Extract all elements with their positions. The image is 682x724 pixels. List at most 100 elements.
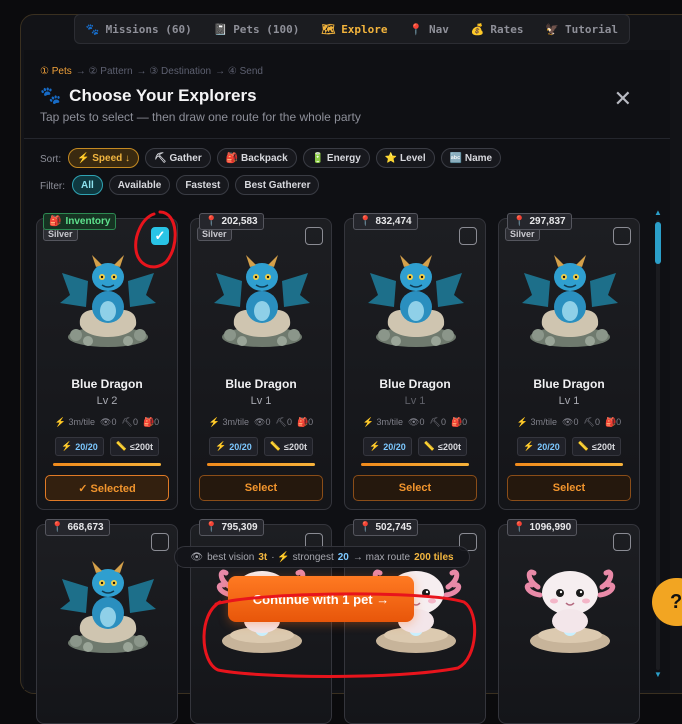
nav-icon: 🗺 <box>321 22 336 36</box>
pet-card[interactable]: Silver 🎒 Inventory ✓ Blue Dragon Lv 2 ⚡ 3m/ti… <box>36 213 178 510</box>
select-checkbox[interactable] <box>613 227 631 245</box>
pet-level: Lv 2 <box>96 395 118 407</box>
sort-chip[interactable]: 🔤 Name <box>440 148 502 168</box>
nav-item-pets[interactable]: 📓 Pets (100) <box>213 23 299 36</box>
gather-stat: ⛏0 <box>584 417 600 428</box>
nav-item-nav[interactable]: 📍 Nav <box>409 23 449 36</box>
page-title: 🐾 Choose Your Explorers <box>40 86 257 106</box>
location-badge: 📍 832,474 <box>353 213 418 230</box>
nav-item-label: Pets (100) <box>233 22 300 36</box>
filter-options: All Available Fastest Best Gatherer <box>72 175 320 195</box>
ruler-icon: 📏 <box>577 441 589 451</box>
nav-item-label: Explore <box>341 22 388 36</box>
pet-card[interactable]: 📍 1096,990 <box>498 519 640 724</box>
range-pill: 📏 ≤200t <box>109 437 159 456</box>
pet-image <box>212 251 312 351</box>
nav-item-missions[interactable]: 🐾 Missions (60) <box>86 23 192 36</box>
energy-bar <box>207 463 315 466</box>
sort-chip[interactable]: ⚡ Speed ↓ <box>68 148 140 168</box>
location-badge: 📍 202,583 <box>199 213 264 230</box>
eye-icon: 👁 <box>408 417 420 427</box>
pet-level: Lv 1 <box>558 395 580 407</box>
nav-item-label: Rates <box>490 22 524 36</box>
energy-value: 20/20 <box>537 441 560 452</box>
sort-chip[interactable]: 🎒 Backpack <box>216 148 297 168</box>
select-checkbox[interactable] <box>305 227 323 245</box>
vision-value: 0 <box>419 417 425 427</box>
nav-item-tutorial[interactable]: 🦅 Tutorial <box>545 23 618 36</box>
range-value: ≤200t <box>130 441 153 452</box>
select-checkbox[interactable] <box>613 533 631 551</box>
close-icon[interactable]: ✕ <box>614 86 632 112</box>
select-checkbox[interactable] <box>459 227 477 245</box>
step-breadcrumb: ① Pets → ② Pattern → ③ Destination → ④ S… <box>40 66 263 77</box>
ruler-icon: 📏 <box>269 441 281 451</box>
backpack-icon: 🎒 <box>49 216 62 227</box>
pet-image <box>58 251 158 351</box>
select-checkbox[interactable]: ✓ <box>151 227 169 245</box>
location-badge: 📍 502,745 <box>353 519 418 536</box>
lightning-icon: ⚡ <box>208 417 221 427</box>
pet-grid: Silver 🎒 Inventory ✓ Blue Dragon Lv 2 ⚡ 3m/ti… <box>36 213 646 724</box>
gather-stat: ⛏0 <box>276 417 292 428</box>
scroll-down-icon[interactable]: ▼ <box>654 670 662 679</box>
lightning-icon: ⚡ <box>369 441 381 451</box>
pet-card[interactable]: 📍 668,673 <box>36 519 178 724</box>
energy-pill: ⚡ 20/20 <box>363 437 412 456</box>
backpack-icon: 🎒 <box>296 417 309 427</box>
pet-card[interactable]: 📍 832,474 Blue Dragon Lv 1 ⚡ 3m/tile 👁0 ⛏0 🎒0 ⚡… <box>344 213 486 510</box>
scroll-up-icon[interactable]: ▲ <box>654 208 662 217</box>
page-subtitle: Tap pets to select — then draw one route… <box>40 110 361 124</box>
party-summary: 👁 best vision 3t · ⚡ strongest 20 → max … <box>174 546 470 568</box>
gather-stat: ⛏0 <box>430 417 446 428</box>
filter-chip[interactable]: Available <box>108 175 171 195</box>
sort-chip[interactable]: 🔋 Energy <box>302 148 370 168</box>
nav-icon: 🦅 <box>545 22 560 36</box>
location-text: 1096,990 <box>529 522 572 533</box>
inventory-badge: 🎒 Inventory <box>43 213 117 230</box>
step-pattern: → ② Pattern <box>75 66 133 77</box>
scrollbar-thumb[interactable] <box>655 222 661 264</box>
pet-stats: ⚡ 3m/tile 👁0 ⛏0 🎒0 <box>345 417 485 428</box>
sort-chip[interactable]: ⭐ Level <box>375 148 435 168</box>
backpack-stat: 🎒0 <box>297 417 313 428</box>
select-button[interactable]: Select <box>507 475 631 501</box>
pet-card[interactable]: Silver 📍 202,583 Blue Dragon Lv 1 ⚡ 3m/tile 👁… <box>190 213 332 510</box>
nav-item-explore[interactable]: 🗺 Explore <box>321 23 387 36</box>
pet-stats: ⚡ 3m/tile 👁0 ⛏0 🎒0 <box>191 417 331 428</box>
speed-value: 3m/tile <box>376 417 404 427</box>
select-button[interactable]: Select <box>199 475 323 501</box>
nav-icon: 🐾 <box>85 22 100 36</box>
pet-card[interactable]: Silver 📍 297,837 Blue Dragon Lv 1 ⚡ 3m/tile 👁… <box>498 213 640 510</box>
filter-chip[interactable]: All <box>72 175 103 195</box>
paw-icon: 🐾 <box>40 86 62 105</box>
backpack-stat: 🎒0 <box>451 417 467 428</box>
energy-bar-fill <box>515 463 623 466</box>
sort-options: ⚡ Speed ↓ ⛏ Gather 🎒 Backpack 🔋 Energy ⭐ Lev… <box>68 148 502 168</box>
nav-item-rates[interactable]: 💰 Rates <box>471 23 524 36</box>
selected-button[interactable]: ✓ Selected <box>45 475 169 501</box>
nav-item-label: Tutorial <box>565 22 619 36</box>
route-value: 200 tiles <box>414 551 454 563</box>
page-title-text: Choose Your Explorers <box>69 86 257 105</box>
pet-image <box>520 557 620 657</box>
lightning-icon: ⚡ <box>215 441 227 451</box>
pickaxe-icon: ⛏ <box>583 417 595 427</box>
energy-value: 20/20 <box>229 441 252 452</box>
pet-pills: ⚡ 20/20 📏 ≤200t <box>345 437 485 456</box>
select-button[interactable]: Select <box>353 475 477 501</box>
select-checkbox[interactable] <box>151 533 169 551</box>
backpack-value: 0 <box>154 417 160 427</box>
continue-button[interactable]: Continue with 1 pet → <box>228 576 414 622</box>
pet-pills: ⚡ 20/20 📏 ≤200t <box>37 437 177 456</box>
backpack-icon: 🎒 <box>142 417 155 427</box>
energy-bar-fill <box>53 463 161 466</box>
sort-chip[interactable]: ⛏ Gather <box>145 148 211 168</box>
filter-chip[interactable]: Best Gatherer <box>235 175 320 195</box>
pet-image <box>58 557 158 657</box>
energy-pill: ⚡ 20/20 <box>517 437 566 456</box>
eye-icon: 👁 <box>562 417 574 427</box>
pin-icon: 📍 <box>359 522 372 533</box>
filter-chip[interactable]: Fastest <box>176 175 230 195</box>
backpack-icon: 🎒 <box>604 417 617 427</box>
